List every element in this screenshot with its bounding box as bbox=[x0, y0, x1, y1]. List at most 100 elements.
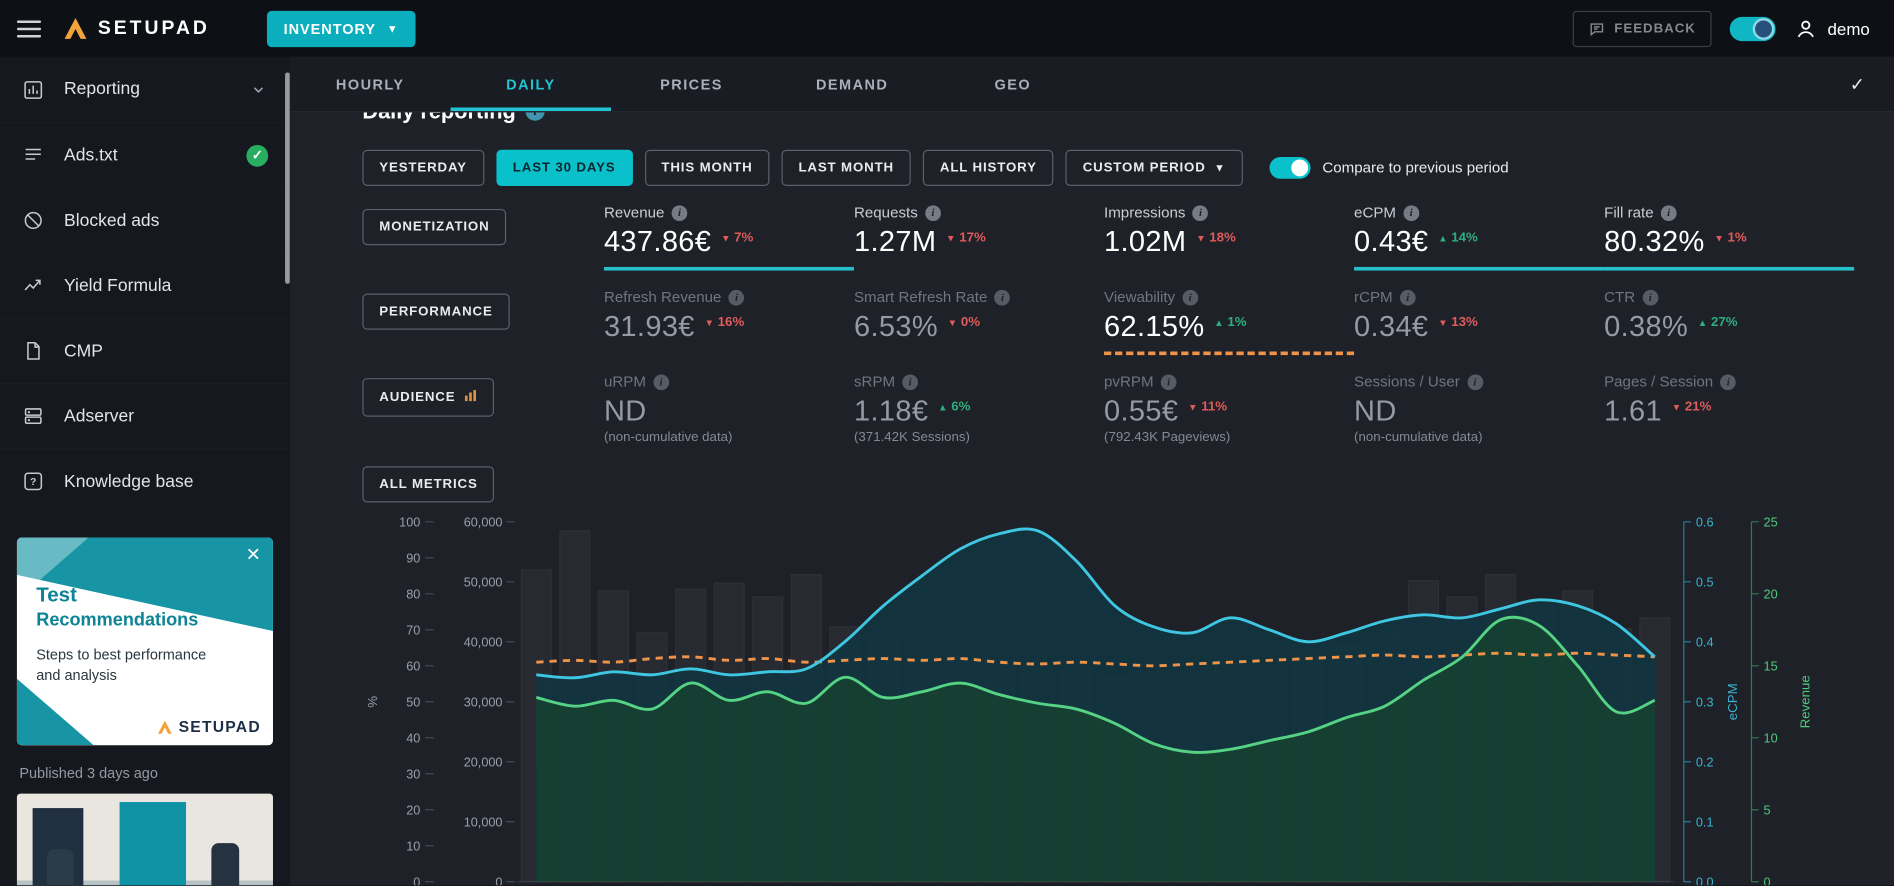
filter-this-month[interactable]: THIS MONTH bbox=[644, 149, 770, 187]
metric-head: CTR i bbox=[1604, 287, 1837, 306]
sidebar-item-cmp[interactable]: CMP bbox=[0, 318, 290, 383]
metric-impressions[interactable]: Impressions i 1.02M ▼ 18% bbox=[1104, 203, 1354, 271]
metric-revenue[interactable]: Revenue i 437.86€ ▼ 7% bbox=[603, 203, 854, 271]
metric-value-row: 1.18€ ▲ 6% bbox=[854, 395, 1087, 429]
metric-rcpm[interactable]: rCPM i 0.34€ ▼ 13% bbox=[1354, 287, 1604, 355]
tab-prices[interactable]: PRICES bbox=[611, 57, 772, 111]
group-metrics: uRPM i ND (non-cumulative data) sRPM i 1.18€ ▲ 6… bbox=[604, 372, 1854, 452]
info-icon[interactable]: i bbox=[994, 289, 1011, 305]
tab-geo[interactable]: GEO bbox=[932, 57, 1093, 111]
group-button-monetization[interactable]: MONETIZATION bbox=[362, 208, 507, 246]
metric-value-row: 1.61 ▼ 21% bbox=[1604, 395, 1837, 429]
hamburger-menu-icon[interactable] bbox=[16, 19, 42, 37]
metric-delta-value: 27% bbox=[1710, 315, 1738, 330]
cmp-icon bbox=[22, 339, 45, 362]
content: HOURLYDAILYPRICESDEMANDGEO ✓ Daily repor… bbox=[289, 56, 1894, 886]
adserver-icon bbox=[22, 405, 45, 428]
info-icon[interactable]: i bbox=[1403, 204, 1419, 221]
info-icon[interactable]: i bbox=[1660, 204, 1677, 221]
toggle-switch[interactable] bbox=[1729, 16, 1776, 41]
svg-text:%: % bbox=[365, 696, 380, 708]
metrics-chart[interactable]: 0102030405060708090100%010,00020,00030,0… bbox=[358, 512, 1856, 886]
filter-yesterday[interactable]: YESTERDAY bbox=[362, 149, 484, 187]
tab-hourly[interactable]: HOURLY bbox=[290, 57, 451, 111]
metric-pages-session[interactable]: Pages / Session i 1.61 ▼ 21% bbox=[1604, 372, 1854, 452]
group-label-cell: PERFORMANCE bbox=[362, 287, 604, 330]
metric-viewability[interactable]: Viewability i 62.15% ▲ 1% bbox=[1104, 287, 1355, 356]
promo-body: Test Recommendations Steps to best perfo… bbox=[17, 538, 273, 688]
info-icon[interactable]: i bbox=[653, 373, 669, 390]
metric-subtext: (371.42K Sessions) bbox=[853, 430, 970, 445]
group-button-label: AUDIENCE bbox=[379, 390, 456, 405]
toggle-knob bbox=[1752, 17, 1775, 40]
metric-value: 437.86€ bbox=[603, 225, 712, 259]
metric-value-row: 437.86€ ▼ 7% bbox=[604, 226, 837, 260]
info-icon[interactable]: i bbox=[1720, 373, 1737, 390]
sidebar-item-ads-txt[interactable]: Ads.txt ✓ bbox=[0, 122, 290, 187]
info-icon[interactable]: i bbox=[728, 289, 745, 305]
sidebar-item-knowledge-base[interactable]: ? Knowledge base bbox=[0, 448, 290, 513]
arrow-down-icon: ▼ bbox=[947, 317, 958, 328]
metric-urpm[interactable]: uRPM i ND (non-cumulative data) bbox=[604, 372, 854, 452]
tabs-check-icon[interactable]: ✓ bbox=[1850, 57, 1865, 111]
arrow-down-icon: ▼ bbox=[1714, 232, 1724, 244]
compare-control: Compare to previous period bbox=[1269, 157, 1509, 179]
sidebar-item-blocked-ads[interactable]: Blocked ads bbox=[0, 187, 290, 252]
compare-toggle[interactable] bbox=[1269, 157, 1311, 179]
feedback-icon bbox=[1591, 22, 1604, 36]
metric-delta-value: 14% bbox=[1451, 230, 1478, 246]
info-icon[interactable]: i bbox=[1182, 289, 1199, 305]
sidebar-item-yield-formula[interactable]: Yield Formula bbox=[0, 252, 290, 317]
metric-pvrpm[interactable]: pvRPM i 0.55€ ▼ 11% (792.43K Pageviews) bbox=[1104, 372, 1354, 452]
tab-label: HOURLY bbox=[335, 75, 405, 93]
metric-delta: ▼ 11% bbox=[1188, 400, 1227, 414]
filter-all-history[interactable]: ALL HISTORY bbox=[922, 149, 1054, 187]
info-icon[interactable]: i bbox=[902, 373, 919, 390]
metric-srpm[interactable]: sRPM i 1.18€ ▲ 6% (371.42K Sessions) bbox=[854, 372, 1104, 452]
svg-text:0.2: 0.2 bbox=[1696, 756, 1714, 770]
metric-fill-rate[interactable]: Fill rate i 80.32% ▼ 1% bbox=[1604, 203, 1855, 271]
metric-requests[interactable]: Requests i 1.27M ▼ 17% bbox=[854, 203, 1104, 271]
arrow-down-icon: ▼ bbox=[1671, 401, 1682, 413]
metric-subtext: (792.43K Pageviews) bbox=[1104, 430, 1231, 445]
brand-text: SETUPAD bbox=[97, 17, 210, 39]
sidebar-item-reporting[interactable]: Reporting bbox=[0, 57, 290, 122]
user-menu[interactable]: demo bbox=[1794, 16, 1870, 40]
article-thumbnail[interactable] bbox=[16, 793, 273, 886]
info-icon[interactable]: i bbox=[1467, 373, 1483, 390]
metric-value: 0.55€ bbox=[1104, 394, 1179, 428]
custom-period-button[interactable]: CUSTOM PERIOD ▼ bbox=[1065, 149, 1243, 187]
feedback-button[interactable]: FEEDBACK bbox=[1573, 10, 1712, 47]
metric-head: eCPM i bbox=[1354, 203, 1587, 222]
info-icon[interactable]: i bbox=[1642, 289, 1659, 305]
group-metrics: Refresh Revenue i 31.93€ ▼ 16% Smart Refresh … bbox=[604, 287, 1854, 356]
setupad-logo[interactable]: SETUPAD bbox=[63, 17, 210, 40]
svg-text:20: 20 bbox=[406, 804, 420, 818]
metric-smart-refresh-rate[interactable]: Smart Refresh Rate i 6.53% ▼ 0% bbox=[854, 287, 1104, 355]
metric-refresh-revenue[interactable]: Refresh Revenue i 31.93€ ▼ 16% bbox=[604, 287, 854, 355]
info-icon[interactable]: i bbox=[925, 204, 941, 221]
filter-last-month[interactable]: LAST MONTH bbox=[781, 149, 911, 187]
info-icon[interactable]: i bbox=[1160, 373, 1177, 390]
metric-ecpm[interactable]: eCPM i 0.43€ ▲ 14% bbox=[1354, 203, 1605, 271]
tab-demand[interactable]: DEMAND bbox=[772, 57, 933, 111]
metric-name: Revenue bbox=[603, 204, 665, 222]
tab-daily[interactable]: DAILY bbox=[451, 57, 612, 111]
close-icon[interactable]: ✕ bbox=[246, 544, 261, 566]
group-button-audience[interactable]: AUDIENCE bbox=[362, 378, 495, 417]
filter-last-30-days[interactable]: LAST 30 DAYS bbox=[495, 149, 633, 187]
svg-text:100: 100 bbox=[399, 516, 420, 530]
sidebar-item-adserver[interactable]: Adserver bbox=[0, 383, 290, 448]
info-icon[interactable]: i bbox=[1192, 204, 1209, 221]
metric-ctr[interactable]: CTR i 0.38% ▲ 27% bbox=[1604, 287, 1854, 355]
main-layout: Reporting Ads.txt ✓ Blocked ads Yield Formul… bbox=[0, 56, 1894, 886]
tabs-holder: HOURLY DAILY PRICES DEMAND GEO bbox=[290, 57, 1093, 111]
metric-sessions-user[interactable]: Sessions / User i ND (non-cumulative data) bbox=[1354, 372, 1604, 452]
info-icon[interactable]: i bbox=[671, 204, 688, 221]
inventory-dropdown[interactable]: INVENTORY ▼ bbox=[266, 10, 416, 47]
svg-text:5: 5 bbox=[1764, 804, 1771, 818]
group-button-performance[interactable]: PERFORMANCE bbox=[362, 293, 510, 330]
info-icon[interactable]: i bbox=[1399, 289, 1416, 305]
metric-head: Sessions / User i bbox=[1354, 372, 1587, 391]
all-metrics-button[interactable]: ALL METRICS bbox=[362, 466, 495, 503]
